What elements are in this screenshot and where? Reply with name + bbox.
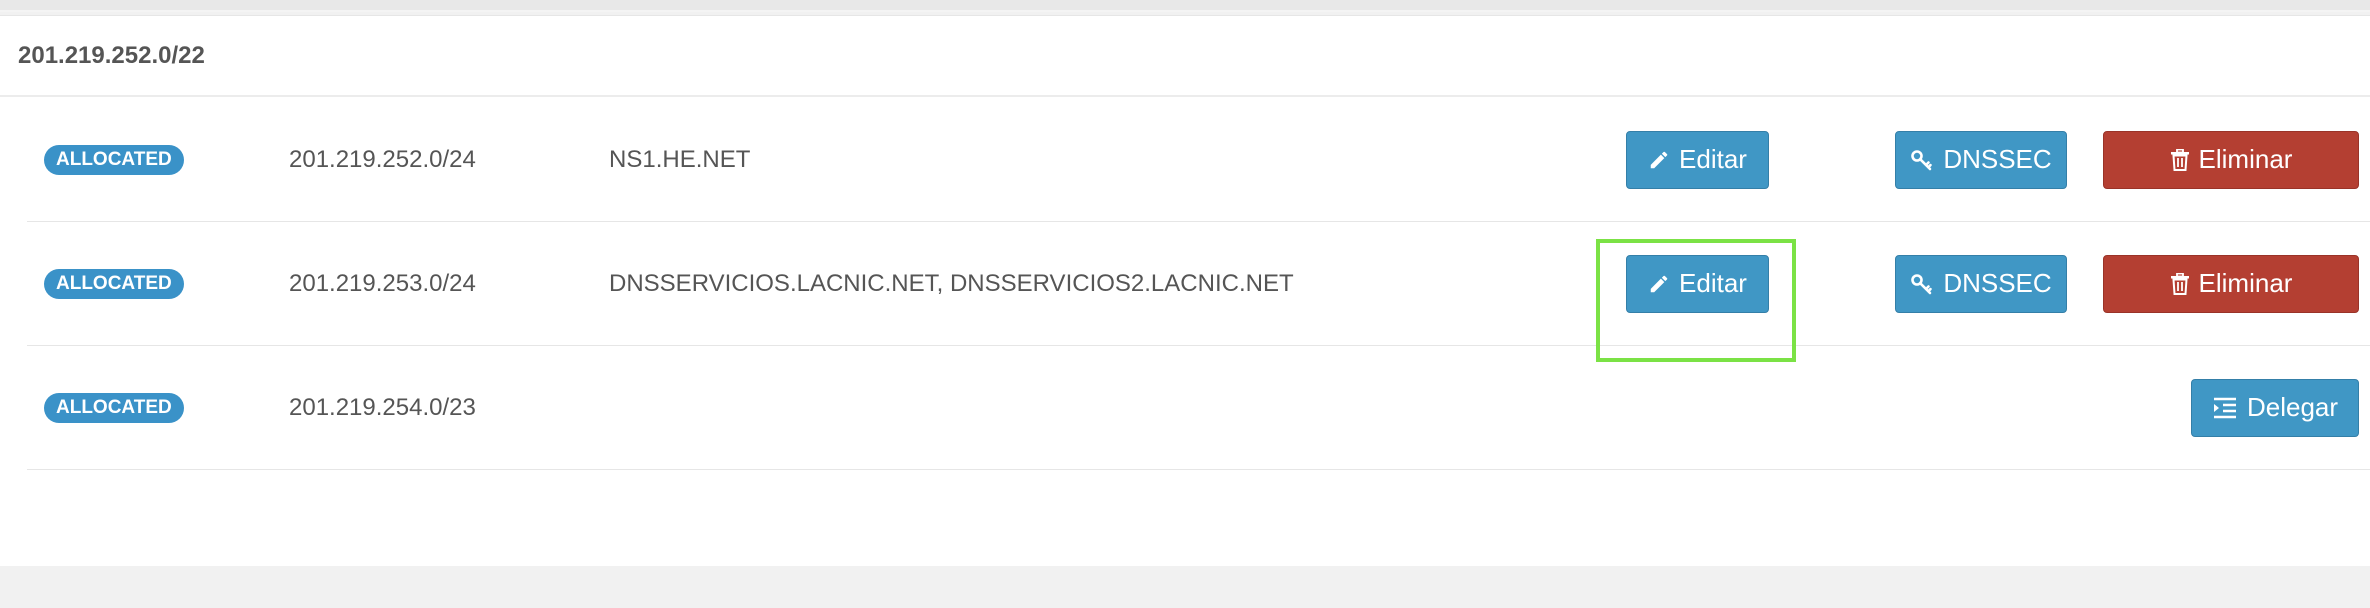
block-title: 201.219.252.0/22 xyxy=(0,16,2370,97)
prefix-text: 201.219.253.0/24 xyxy=(289,269,476,297)
delegate-button[interactable]: Delegar xyxy=(2191,378,2359,437)
trash-icon xyxy=(2170,272,2189,295)
edit-button-label: Editar xyxy=(1679,144,1747,174)
delete-button[interactable]: Eliminar xyxy=(2103,130,2359,189)
edit-button-label: Editar xyxy=(1679,268,1747,298)
status-badge: ALLOCATED xyxy=(44,392,184,423)
nameservers-text: NS1.HE.NET xyxy=(609,145,751,173)
list-indent-icon xyxy=(2213,397,2236,418)
table-row: ALLOCATED 201.219.254.0/23 Delegar xyxy=(27,346,2370,470)
dnssec-button[interactable]: DNSSEC xyxy=(1895,254,2067,313)
delete-button-label: Eliminar xyxy=(2198,268,2293,298)
delete-button[interactable]: Eliminar xyxy=(2103,254,2359,313)
table-row: ALLOCATED 201.219.253.0/24 DNSSERVICIOS.… xyxy=(27,222,2370,346)
reverse-dns-panel: 201.219.252.0/22 ALLOCATED 201.219.252.0… xyxy=(0,15,2370,566)
top-strip xyxy=(0,0,2370,12)
trash-icon xyxy=(2170,148,2189,171)
edit-button[interactable]: Editar xyxy=(1626,254,1769,313)
pencil-icon xyxy=(1650,275,1668,292)
dnssec-button-label: DNSSEC xyxy=(1943,144,2052,174)
key-icon xyxy=(1911,273,1933,294)
prefix-text: 201.219.252.0/24 xyxy=(289,145,476,173)
edit-button[interactable]: Editar xyxy=(1626,130,1769,189)
status-badge: ALLOCATED xyxy=(44,268,184,299)
delegation-list: ALLOCATED 201.219.252.0/24 NS1.HE.NET Ed… xyxy=(27,98,2370,470)
nameservers-text: DNSSERVICIOS.LACNIC.NET, DNSSERVICIOS2.L… xyxy=(609,269,1294,297)
table-row: ALLOCATED 201.219.252.0/24 NS1.HE.NET Ed… xyxy=(27,98,2370,222)
status-badge: ALLOCATED xyxy=(44,144,184,175)
delegate-button-label: Delegar xyxy=(2246,392,2339,422)
prefix-text: 201.219.254.0/23 xyxy=(289,393,476,421)
dnssec-button-label: DNSSEC xyxy=(1943,268,2052,298)
key-icon xyxy=(1911,149,1933,170)
pencil-icon xyxy=(1650,151,1668,168)
delete-button-label: Eliminar xyxy=(2198,144,2293,174)
dnssec-button[interactable]: DNSSEC xyxy=(1895,130,2067,189)
